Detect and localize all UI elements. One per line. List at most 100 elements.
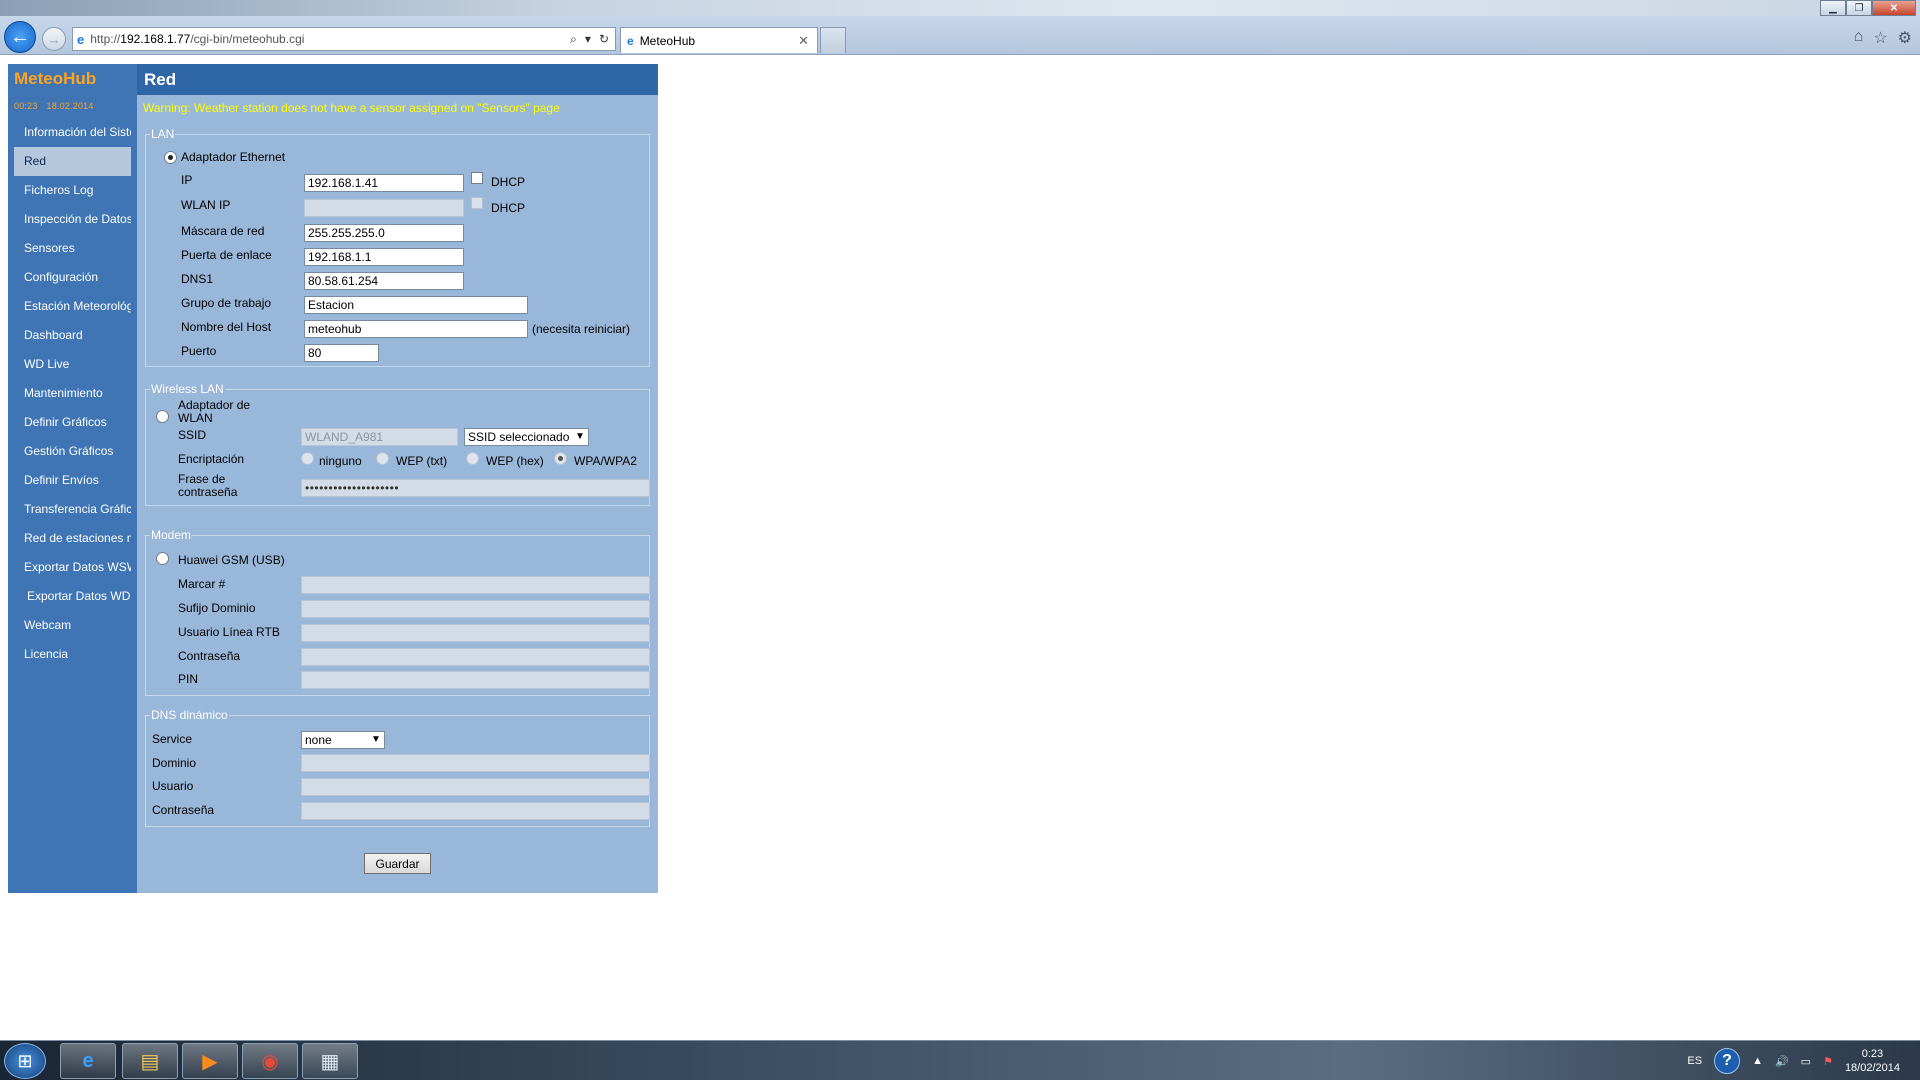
volume-icon[interactable]: 🔊 <box>1775 1055 1789 1068</box>
port-input[interactable] <box>304 344 379 362</box>
media-player-icon[interactable]: ▶ <box>182 1043 238 1079</box>
home-icon[interactable]: ⌂ <box>1854 28 1864 48</box>
hostname-note: (necesita reiniciar) <box>532 322 631 336</box>
sidebar-item-ficheros-log[interactable]: Ficheros Log <box>14 176 131 205</box>
sidebar-item-dashboard[interactable]: Dashboard <box>14 321 131 350</box>
gateway-input[interactable] <box>304 248 464 266</box>
network-icon[interactable]: ▭ <box>1801 1055 1811 1068</box>
maximize-button[interactable]: ❐ <box>1846 0 1872 16</box>
mask-input[interactable] <box>304 224 464 242</box>
sidebar-item-definir-graficos[interactable]: Definir Gráficos <box>14 408 131 437</box>
start-button[interactable]: ⊞ <box>4 1043 46 1079</box>
refresh-icon[interactable]: ↻ <box>599 32 609 47</box>
sidebar-item-webcam[interactable]: Webcam <box>14 611 131 640</box>
dhcp-checkbox[interactable] <box>471 172 483 184</box>
wlan-adapter-radio[interactable] <box>156 410 169 423</box>
sidebar-item-mantenimiento[interactable]: Mantenimiento <box>14 379 131 408</box>
tab-meteohub[interactable]: e MeteoHub ✕ <box>620 27 818 53</box>
ddns-user-input[interactable] <box>301 778 650 796</box>
file-explorer-icon[interactable]: ▤ <box>122 1043 178 1079</box>
help-icon[interactable]: ? <box>1714 1048 1741 1074</box>
wlan-dhcp-label: DHCP <box>491 201 526 215</box>
ddns-section: DNS dinámico Service none ▼ Dominio Usua… <box>145 708 650 827</box>
system-tray: ES ? ▲ 🔊 ▭ ⚑ 0:23 18/02/2014 <box>1687 1041 1920 1080</box>
sidebar-item-configuracion[interactable]: Configuración <box>14 263 131 292</box>
dial-input[interactable] <box>301 576 650 594</box>
dns1-input[interactable] <box>304 272 464 290</box>
language-indicator[interactable]: ES <box>1687 1055 1702 1067</box>
enc-wep-hex-radio[interactable] <box>466 452 479 465</box>
chrome-icon[interactable]: ◉ <box>242 1043 298 1079</box>
ethernet-adapter-label: Adaptador Ethernet <box>181 150 286 164</box>
wlan-ip-input[interactable] <box>304 199 464 217</box>
passphrase-input[interactable] <box>301 479 650 497</box>
workgroup-input[interactable] <box>304 296 528 314</box>
page-title: Red <box>137 64 658 95</box>
ie-tab-icon: e <box>627 33 634 48</box>
window-close-button[interactable]: ✕ <box>1872 0 1916 16</box>
sidebar-item-definir-envios[interactable]: Definir Envíos <box>14 466 131 495</box>
sidebar-item-inspeccion-datos[interactable]: Inspección de Datos <box>14 205 131 234</box>
modem-user-input[interactable] <box>301 624 650 642</box>
pin-input[interactable] <box>301 671 650 689</box>
suffix-input[interactable] <box>301 600 650 618</box>
tab-close-icon[interactable]: ✕ <box>798 33 809 49</box>
meteohub-page: MeteoHub 00:23 18.02.2014 Información del… <box>8 64 658 893</box>
wlan-legend: Wireless LAN <box>150 382 225 396</box>
sidebar-item-red[interactable]: Red <box>14 147 131 176</box>
modem-user-label: Usuario Línea RTB <box>178 625 280 639</box>
windows-taskbar: ⊞ e ▤ ▶ ◉ ▦ ES ? ▲ 🔊 ▭ ⚑ 0:23 18/02/2014 <box>0 1040 1920 1080</box>
url-path: /cgi-bin/meteohub.cgi <box>190 32 305 46</box>
ssid-select[interactable]: SSID seleccionado ▼ <box>464 428 589 446</box>
sidebar-date: 18.02.2014 <box>46 101 94 111</box>
favorites-star-icon[interactable]: ☆ <box>1873 28 1887 48</box>
ip-input[interactable] <box>304 174 464 192</box>
sidebar-item-gestion-graficos[interactable]: Gestión Gráficos <box>14 437 131 466</box>
window-controls: ▁ ❐ ✕ <box>1820 0 1916 16</box>
forward-arrow-icon[interactable]: → <box>42 27 66 51</box>
browser-chrome: ▁ ❐ ✕ ← → e http://192.168.1.77/cgi-bin/… <box>0 0 1920 55</box>
lan-section: LAN Adaptador Ethernet IP DHCP WLAN IP D… <box>145 127 650 367</box>
sidebar-item-exportar-wsw[interactable]: Exportar Datos WSW <box>14 553 131 582</box>
tray-clock[interactable]: 0:23 18/02/2014 <box>1845 1047 1900 1075</box>
ethernet-adapter-radio[interactable] <box>164 151 177 164</box>
sidebar-menu: Información del Sistema Red Ficheros Log… <box>14 118 131 669</box>
sidebar-item-red-estaciones[interactable]: Red de estaciones meteo <box>14 524 131 553</box>
minimize-button[interactable]: ▁ <box>1820 0 1846 16</box>
enc-wpa-radio[interactable] <box>554 452 567 465</box>
action-center-flag-icon[interactable]: ⚑ <box>1823 1055 1833 1068</box>
hostname-input[interactable] <box>304 320 528 338</box>
ssid-input[interactable] <box>301 428 458 446</box>
enc-wep-txt-radio[interactable] <box>376 452 389 465</box>
search-icon[interactable]: ⌕ <box>570 32 577 47</box>
new-tab-button[interactable] <box>820 27 846 53</box>
sidebar-item-exportar-wd[interactable]: Exportar Datos WD <box>14 582 131 611</box>
save-button[interactable]: Guardar <box>364 853 431 874</box>
sidebar-item-transferencia-graficos[interactable]: Transferencia Gráficos <box>14 495 131 524</box>
sidebar-item-licencia[interactable]: Licencia <box>14 640 131 669</box>
modem-adapter-radio[interactable] <box>156 552 169 565</box>
sidebar-item-informacion[interactable]: Información del Sistema <box>14 118 131 147</box>
wlan-ip-label: WLAN IP <box>181 198 231 212</box>
tray-expand-icon[interactable]: ▲ <box>1752 1055 1763 1067</box>
sidebar-item-wd-live[interactable]: WD Live <box>14 350 131 379</box>
service-select[interactable]: none ▼ <box>301 731 385 749</box>
dropdown-icon[interactable]: ▾ <box>585 32 591 47</box>
sidebar-item-estacion[interactable]: Estación Meteorológica <box>14 292 131 321</box>
ddns-password-input[interactable] <box>301 802 650 820</box>
dhcp-label: DHCP <box>491 175 526 189</box>
sidebar-item-sensores[interactable]: Sensores <box>14 234 131 263</box>
url-host: 192.168.1.77 <box>120 32 191 46</box>
back-arrow-icon[interactable]: ← <box>4 21 36 53</box>
enc-none-radio[interactable] <box>301 452 314 465</box>
enc-wep-txt-label: WEP (txt) <box>396 454 448 468</box>
ddns-domain-input[interactable] <box>301 754 650 772</box>
wlan-dhcp-checkbox[interactable] <box>471 197 483 209</box>
internet-explorer-icon[interactable]: e <box>60 1043 116 1079</box>
settings-gear-icon[interactable]: ⚙ <box>1898 28 1912 48</box>
address-bar[interactable]: e http://192.168.1.77/cgi-bin/meteohub.c… <box>72 27 616 51</box>
weather-app-icon[interactable]: ▦ <box>302 1043 358 1079</box>
modem-password-input[interactable] <box>301 648 650 666</box>
modem-adapter-label: Huawei GSM (USB) <box>178 553 285 567</box>
title-bar: ▁ ❐ ✕ <box>0 0 1920 16</box>
